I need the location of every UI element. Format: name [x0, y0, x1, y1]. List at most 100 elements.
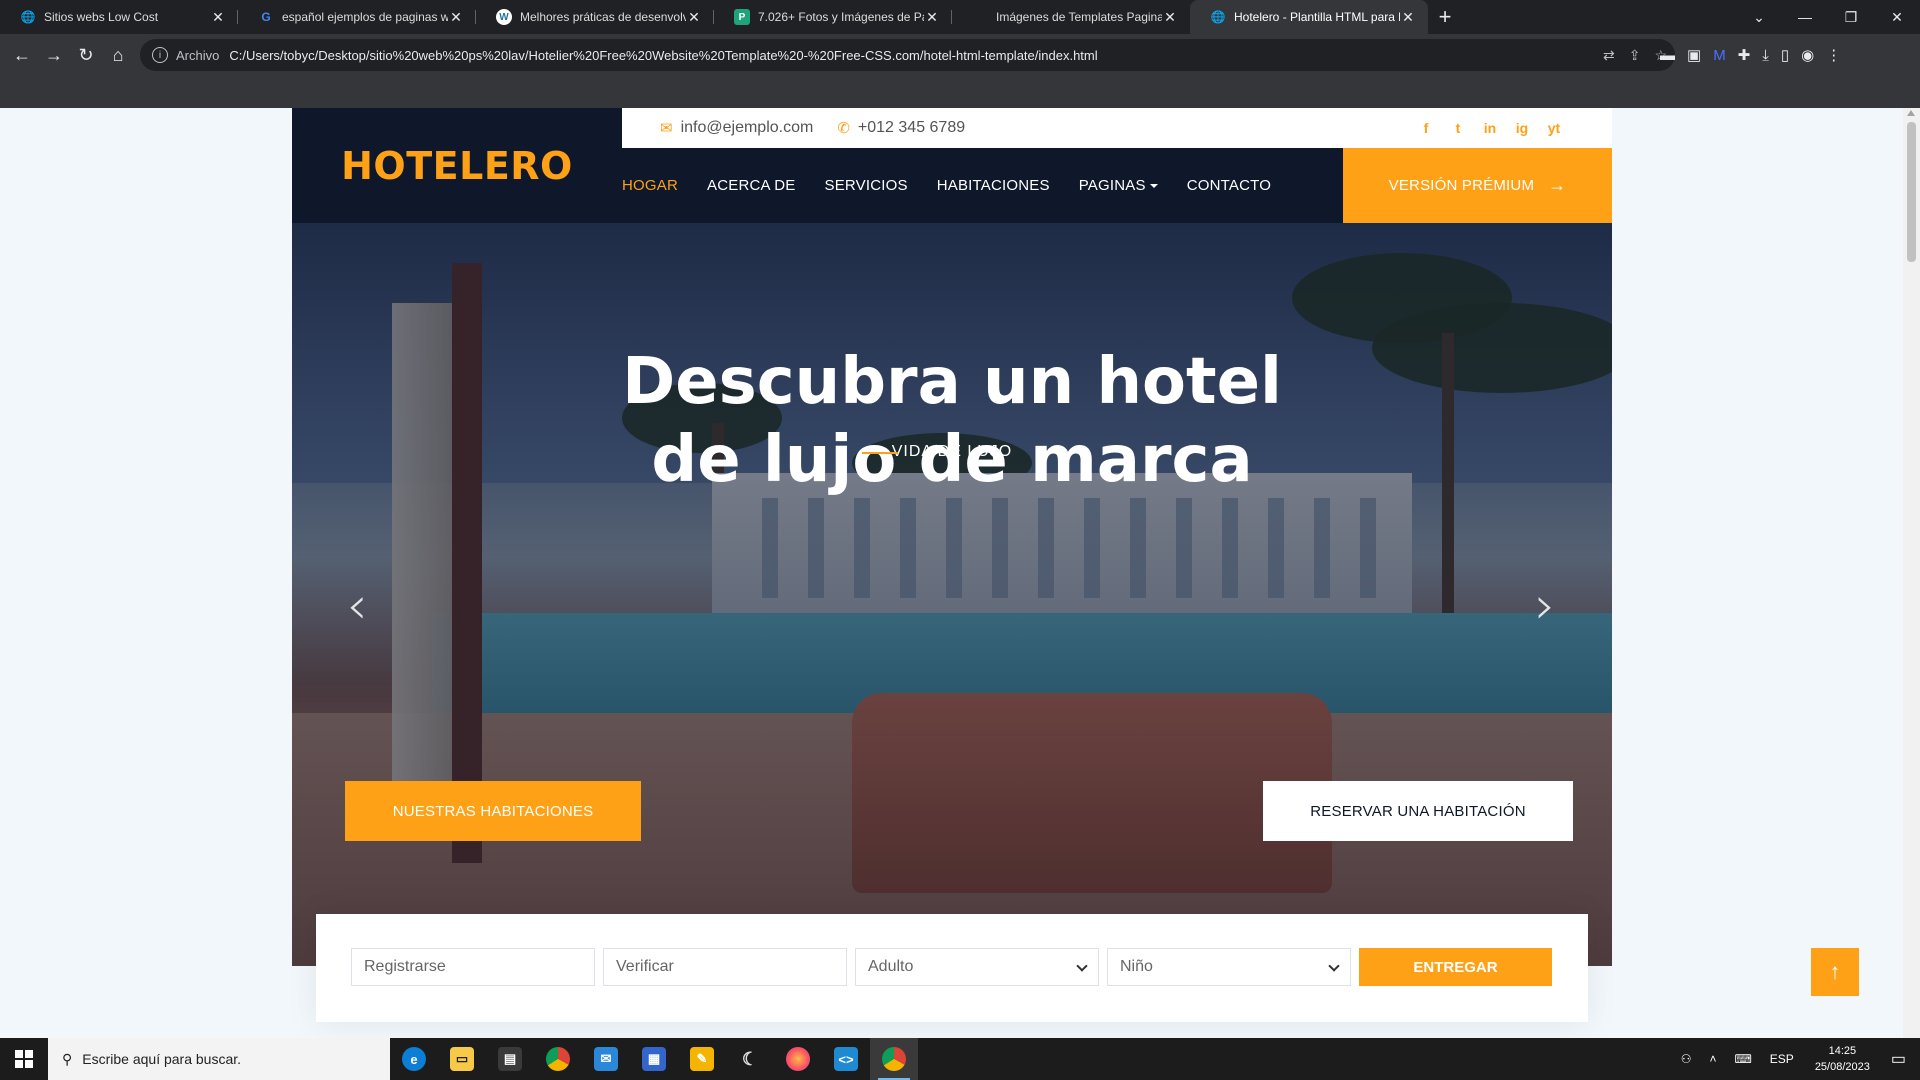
download-icon[interactable]: ⤓ — [1762, 47, 1769, 64]
child-select-value: Niño — [1120, 958, 1153, 975]
nav-link-contact[interactable]: CONTACTO — [1187, 177, 1271, 194]
scheme-label: Archivo — [176, 47, 220, 63]
app-icon[interactable]: ☾ — [726, 1038, 774, 1080]
email-contact[interactable]: ✉ info@ejemplo.com — [660, 119, 813, 137]
envelope-icon: ✉ — [660, 120, 673, 137]
store-app-icon[interactable]: ▦ — [630, 1038, 678, 1080]
hotel-site: HOTELERO ✉ info@ejemplo.com ✆ +012 345 6… — [292, 108, 1612, 966]
firefox-app-icon[interactable] — [774, 1038, 822, 1080]
checkin-input[interactable]: Registrarse — [351, 948, 595, 986]
edge-app-icon[interactable]: e — [390, 1038, 438, 1080]
chrome-running-app-icon[interactable] — [870, 1038, 918, 1080]
child-select[interactable]: Niño — [1107, 948, 1351, 986]
carousel-prev-icon[interactable]: ‹ — [337, 576, 377, 636]
our-rooms-button[interactable]: NUESTRAS HABITACIONES — [345, 781, 641, 841]
globe-icon: 🌐 — [1210, 10, 1226, 24]
restore-button[interactable]: ❐ — [1828, 0, 1874, 34]
menu-icon[interactable]: ⋮ — [1826, 46, 1841, 64]
side-panel-icon[interactable]: ▯ — [1781, 46, 1789, 64]
instagram-icon[interactable]: ig — [1514, 120, 1530, 136]
clock[interactable]: 14:25 25/08/2023 — [1815, 1043, 1870, 1075]
puzzle-icon[interactable]: ✚ — [1738, 46, 1751, 64]
site-logo[interactable]: HOTELERO — [341, 144, 573, 188]
home-icon[interactable]: ⌂ — [102, 39, 134, 71]
minimize-button[interactable]: — — [1782, 0, 1828, 34]
vscode-app-icon[interactable]: <> — [822, 1038, 870, 1080]
start-button[interactable] — [0, 1038, 48, 1080]
logo-area: HOTELERO — [292, 108, 622, 223]
task-manager-app-icon[interactable]: ▤ — [486, 1038, 534, 1080]
chevron-down-icon — [1076, 960, 1088, 972]
chevron-up-icon[interactable]: ˄ — [1709, 1052, 1716, 1066]
browser-tab[interactable]: 🌐 Sitios webs Low Cost ✕ — [0, 0, 238, 34]
forward-icon[interactable]: → — [38, 39, 70, 71]
facebook-icon[interactable]: f — [1418, 120, 1434, 136]
share-icon[interactable]: ⇪ — [1629, 47, 1641, 64]
main-navbar: HOGAR ACERCA DE SERVICIOS HABITACIONES P… — [622, 148, 1612, 223]
checkin-placeholder: Registrarse — [364, 958, 446, 975]
close-tab-icon[interactable]: ✕ — [924, 9, 940, 26]
sticky-notes-app-icon[interactable]: ✎ — [678, 1038, 726, 1080]
mail-app-icon[interactable]: ✉ — [582, 1038, 630, 1080]
submit-button[interactable]: ENTREGAR — [1359, 948, 1552, 986]
nav-link-rooms[interactable]: HABITACIONES — [937, 177, 1050, 194]
keyboard-icon[interactable]: ⌨ — [1734, 1052, 1751, 1066]
info-icon[interactable]: i — [152, 47, 168, 63]
file-explorer-app-icon[interactable]: ▭ — [438, 1038, 486, 1080]
close-tab-icon[interactable]: ✕ — [1400, 9, 1416, 26]
nav-link-pages-dropdown[interactable]: PAGINAS — [1079, 177, 1158, 194]
google-icon: G — [261, 10, 271, 24]
book-room-button[interactable]: RESERVAR UNA HABITACIÓN — [1263, 781, 1573, 841]
notification-icon[interactable]: ▭ — [1891, 1049, 1906, 1069]
close-tab-icon[interactable]: ✕ — [448, 9, 464, 26]
hero-subtitle: VIDA DE LUJO — [852, 443, 1052, 461]
nav-link-about[interactable]: ACERCA DE — [707, 177, 796, 194]
taskbar-search-box[interactable]: ⚲ Escribe aquí para buscar. — [48, 1038, 390, 1080]
hero-carousel: Descubra un hotel de lujo de marca VIDA … — [292, 223, 1612, 966]
windows-taskbar: ⚲ Escribe aquí para buscar. e ▭ ▤ ✉ ▦ ✎ … — [0, 1038, 1920, 1080]
close-tab-icon[interactable]: ✕ — [1162, 9, 1178, 26]
adult-select[interactable]: Adulto — [855, 948, 1099, 986]
checkout-input[interactable]: Verificar — [603, 948, 847, 986]
scroll-up-icon[interactable] — [1907, 110, 1915, 116]
reload-icon[interactable]: ↻ — [70, 39, 102, 71]
address-bar[interactable]: i Archivo C:/Users/tobyc/Desktop/sitio%2… — [140, 39, 1675, 71]
browser-tab[interactable]: W Melhores práticas de desenvolvim ✕ — [476, 0, 714, 34]
close-tab-icon[interactable]: ✕ — [210, 9, 226, 26]
browser-tab-active[interactable]: 🌐 Hotelero - Plantilla HTML para ho ✕ — [1190, 0, 1428, 34]
back-to-top-button[interactable]: ↑ — [1811, 948, 1859, 996]
profile-avatar-icon[interactable]: ◉ — [1801, 46, 1814, 64]
premium-version-button[interactable]: VERSIÓN PRÉMIUM → — [1343, 148, 1612, 223]
phone-contact[interactable]: ✆ +012 345 6789 — [837, 119, 965, 137]
nav-link-home[interactable]: HOGAR — [622, 177, 678, 194]
language-indicator[interactable]: ESP — [1770, 1052, 1794, 1066]
people-icon[interactable]: ⚇ — [1681, 1052, 1692, 1066]
back-icon[interactable]: ← — [6, 39, 38, 71]
url-text[interactable]: C:/Users/tobyc/Desktop/sitio%20web%20ps%… — [229, 48, 1675, 63]
browser-tab[interactable]: G español ejemplos de paginas web ✕ — [238, 0, 476, 34]
scrollbar-thumb[interactable] — [1907, 122, 1916, 262]
extension-icon[interactable]: M — [1713, 47, 1726, 64]
close-tab-icon[interactable]: ✕ — [686, 9, 702, 26]
translate-icon[interactable]: ⇄ — [1603, 47, 1615, 64]
clock-date: 25/08/2023 — [1814, 1061, 1870, 1073]
browser-tab-strip: 🌐 Sitios webs Low Cost ✕ G español ejemp… — [0, 0, 1920, 34]
carousel-next-icon[interactable]: › — [1525, 576, 1565, 636]
extension-icon[interactable]: ▬ — [1660, 47, 1675, 64]
twitter-icon[interactable]: t — [1450, 120, 1466, 136]
new-tab-button[interactable]: + — [1428, 4, 1462, 30]
extension-icon[interactable]: ▣ — [1687, 46, 1701, 64]
tab-search-icon[interactable]: ⌄ — [1736, 0, 1782, 34]
close-window-button[interactable]: ✕ — [1874, 0, 1920, 34]
youtube-icon[interactable]: yt — [1546, 120, 1562, 136]
linkedin-icon[interactable]: in — [1482, 120, 1498, 136]
phone-text: +012 345 6789 — [857, 119, 966, 136]
tab-title: Melhores práticas de desenvolvim — [520, 10, 686, 24]
nav-link-services[interactable]: SERVICIOS — [825, 177, 908, 194]
tab-title: Imágenes de Templates Paginas W — [996, 10, 1162, 24]
page-scrollbar[interactable] — [1903, 108, 1920, 1038]
chrome-app-icon[interactable] — [534, 1038, 582, 1080]
browser-tab[interactable]: P 7.026+ Fotos y Imágenes de Pagi ✕ — [714, 0, 952, 34]
blank-icon — [972, 9, 988, 25]
browser-tab[interactable]: Imágenes de Templates Paginas W ✕ — [952, 0, 1190, 34]
